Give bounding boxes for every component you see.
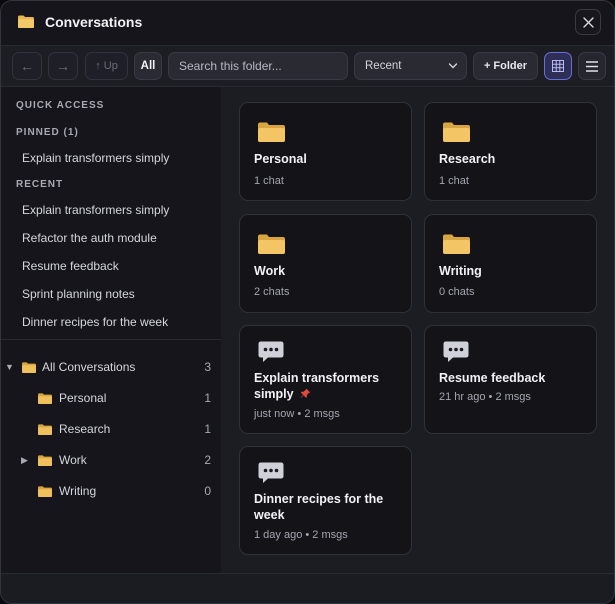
folder-icon (443, 234, 470, 254)
card-meta: just now • 2 msgs (254, 408, 340, 420)
card-title: Writing (439, 264, 482, 278)
folder-icon (18, 15, 34, 28)
card-title: Work (254, 264, 286, 278)
chat-card-resume-feedback[interactable]: Resume feedback 21 hr ago • 2 msgs (424, 325, 597, 434)
close-button[interactable] (575, 9, 601, 35)
main-content: Personal 1 chat Research 1 chat Work 2 c… (221, 87, 614, 573)
grid-view-button[interactable] (544, 52, 572, 80)
folder-card-writing[interactable]: Writing 0 chats (424, 214, 597, 313)
expand-arrow-icon[interactable]: ▶ (21, 455, 28, 466)
card-meta: 2 chats (254, 286, 290, 298)
recent-item[interactable]: Explain transformers simply (22, 203, 169, 217)
tree-item-label: Research (59, 422, 111, 436)
sidebar: QUICK ACCESS PINNED (1) Explain transfor… (1, 87, 221, 573)
all-button[interactable]: All (134, 52, 162, 80)
card-title: Personal (254, 152, 307, 166)
pin-icon (300, 388, 311, 398)
card-meta: 1 chat (439, 175, 469, 187)
forward-button[interactable]: → (48, 52, 78, 80)
recent-heading: RECENT (16, 179, 64, 190)
sort-select[interactable]: Recent (354, 52, 467, 80)
chat-title-text: Explain transformers simply (254, 371, 380, 401)
card-meta: 1 day ago • 2 msgs (254, 529, 348, 541)
chevron-down-icon (448, 63, 458, 69)
folder-icon (258, 234, 285, 254)
title-bar: Conversations (1, 1, 614, 45)
folder-card-research[interactable]: Research 1 chat (424, 102, 597, 201)
chat-bubble-icon (258, 341, 284, 362)
card-title: Explain transformers simply (254, 370, 404, 402)
tree-item-work[interactable]: ▶ Work 2 (1, 451, 221, 471)
quick-access-heading: QUICK ACCESS (16, 100, 105, 111)
tree-item-label: Work (59, 453, 87, 467)
conversations-window: Conversations ← → ↑ Up All Recent + Fold… (0, 0, 615, 604)
card-meta: 0 chats (439, 286, 475, 298)
card-title: Dinner recipes for the week (254, 492, 384, 522)
card-meta: 21 hr ago • 2 msgs (439, 391, 531, 403)
tree-item-count: 1 (204, 422, 211, 436)
tree-item-personal[interactable]: Personal 1 (1, 389, 221, 409)
folder-icon (258, 122, 285, 142)
pinned-item[interactable]: Explain transformers simply (22, 151, 169, 165)
recent-item[interactable]: Refactor the auth module (22, 231, 157, 245)
recent-item[interactable]: Resume feedback (22, 259, 119, 273)
close-icon (582, 16, 594, 28)
chat-bubble-icon (258, 462, 284, 483)
menu-icon (586, 60, 598, 72)
folder-icon (38, 424, 52, 435)
folder-icon (38, 455, 52, 466)
tree-item-all-conversations[interactable]: ▼ All Conversations 3 (1, 358, 221, 378)
folder-card-work[interactable]: Work 2 chats (239, 214, 412, 313)
folder-card-personal[interactable]: Personal 1 chat (239, 102, 412, 201)
tree-item-count: 3 (204, 360, 211, 374)
recent-item[interactable]: Dinner recipes for the week (22, 315, 168, 329)
chat-bubble-icon (443, 341, 469, 362)
folder-icon (38, 486, 52, 497)
card-title: Research (439, 152, 496, 166)
tree-item-count: 1 (204, 391, 211, 405)
tree-item-writing[interactable]: Writing 0 (1, 482, 221, 502)
sidebar-divider (1, 339, 221, 340)
status-bar (1, 573, 614, 603)
grid-icon (552, 60, 564, 72)
window-title: Conversations (45, 14, 143, 30)
tree-item-label: Writing (59, 484, 97, 498)
expand-arrow-icon[interactable]: ▼ (5, 362, 14, 372)
tree-item-label: Personal (59, 391, 107, 405)
toolbar: ← → ↑ Up All Recent + Folder (1, 45, 614, 87)
back-button[interactable]: ← (12, 52, 42, 80)
tree-item-count: 2 (204, 453, 211, 467)
card-title: Resume feedback (439, 371, 546, 385)
folder-icon (22, 362, 36, 373)
recent-item[interactable]: Sprint planning notes (22, 287, 135, 301)
tree-item-label: All Conversations (42, 360, 136, 374)
search-input[interactable] (168, 52, 348, 80)
list-view-button[interactable] (578, 52, 606, 80)
up-button[interactable]: ↑ Up (85, 52, 128, 80)
tree-item-research[interactable]: Research 1 (1, 420, 221, 440)
folder-icon (38, 393, 52, 404)
folder-icon (443, 122, 470, 142)
pinned-heading: PINNED (1) (16, 127, 79, 138)
chat-card-dinner-recipes[interactable]: Dinner recipes for the week 1 day ago • … (239, 446, 412, 555)
sort-value: Recent (365, 60, 402, 72)
card-meta: 1 chat (254, 175, 284, 187)
new-folder-button[interactable]: + Folder (473, 52, 538, 80)
tree-item-count: 0 (204, 484, 211, 498)
chat-card-explain-transformers[interactable]: Explain transformers simply just now • 2… (239, 325, 412, 434)
